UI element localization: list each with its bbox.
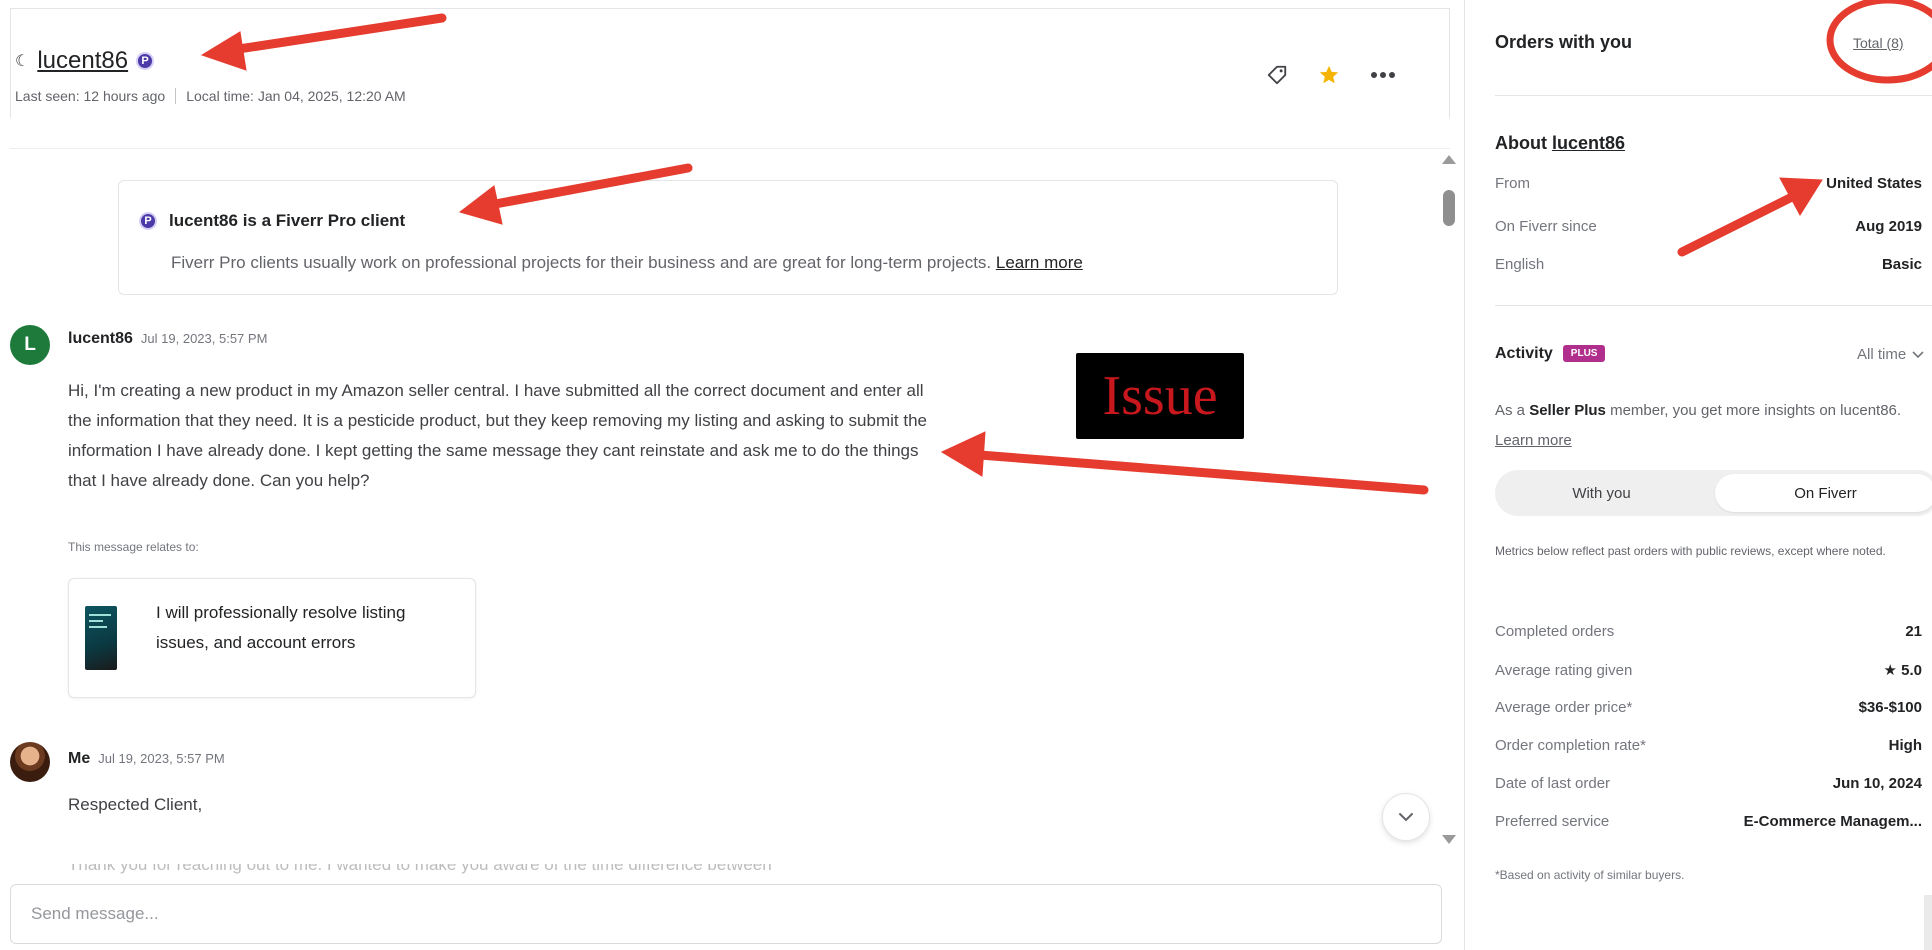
relates-label: This message relates to:	[68, 540, 199, 554]
metrics-footnote: *Based on activity of similar buyers.	[1495, 868, 1685, 882]
pro-notice-title-row: P lucent86 is a Fiverr Pro client	[139, 211, 405, 231]
message-timestamp: Jul 19, 2023, 5:57 PM	[140, 331, 268, 346]
metric-row: Completed orders 21	[1495, 623, 1932, 640]
seller-plus-note: As a Seller Plus member, you get more in…	[1495, 396, 1925, 456]
avatar[interactable]: L	[10, 325, 50, 365]
learn-more-link[interactable]: Learn more	[996, 253, 1083, 272]
metric-row: Preferred service E-Commerce Managem...	[1495, 813, 1932, 830]
about-value: Basic	[1881, 256, 1922, 273]
activity-title: Activity PLUS	[1495, 345, 1606, 363]
about-row: On Fiverr since Aug 2019	[1495, 218, 1932, 235]
user-meta: Last seen: 12 hours ago Local time: Jan …	[15, 88, 406, 104]
metric-label: Average order price*	[1495, 699, 1633, 716]
orders-total-link[interactable]: Total (8)	[1853, 35, 1904, 51]
message-header: Me Jul 19, 2023, 5:57 PM	[68, 750, 225, 768]
seller-plus-label: Seller Plus	[1529, 402, 1606, 419]
plus-note-text: As a	[1495, 402, 1530, 419]
metric-label: Order completion rate*	[1495, 737, 1646, 754]
metric-label: Completed orders	[1495, 623, 1615, 640]
message-greeting: Respected Client,	[68, 795, 203, 814]
pro-badge-icon: P	[139, 212, 157, 230]
plus-badge: PLUS	[1562, 345, 1606, 363]
gig-card[interactable]: I will professionally resolve listing is…	[68, 578, 476, 698]
metric-row: Average rating given ★ 5.0	[1495, 661, 1932, 680]
learn-more-link[interactable]: Learn more	[1495, 432, 1572, 449]
metrics-note: Metrics below reflect past orders with p…	[1495, 544, 1886, 558]
message-timestamp: Jul 19, 2023, 5:57 PM	[98, 751, 225, 766]
about-title: About lucent86	[1495, 133, 1625, 154]
message-header: lucent86 Jul 19, 2023, 5:57 PM	[68, 330, 267, 348]
username-row: ☾ lucent86 P	[15, 47, 155, 75]
gig-title: I will professionally resolve listing is…	[156, 603, 406, 652]
about-label: On Fiverr since	[1495, 218, 1597, 235]
chevron-down-icon	[1912, 350, 1924, 358]
metric-value: ★ 5.0	[1883, 662, 1922, 679]
last-seen: Last seen: 12 hours ago	[15, 88, 166, 104]
username-link[interactable]: lucent86	[37, 47, 128, 75]
about-label: English	[1495, 256, 1545, 273]
orders-title: Orders with you	[1495, 32, 1633, 52]
message-sender[interactable]: lucent86	[68, 330, 133, 348]
scroll-up-arrow-icon[interactable]	[1442, 155, 1456, 164]
divider	[1495, 305, 1932, 306]
pro-notice-description: Fiverr Pro clients usually work on profe…	[171, 253, 1083, 273]
scrollbar-thumb[interactable]	[1443, 190, 1455, 226]
issue-annotation-label: Issue	[1076, 353, 1244, 439]
pro-client-notice: P lucent86 is a Fiverr Pro client Fiverr…	[118, 180, 1338, 295]
tab-with-you[interactable]: With you	[1499, 474, 1704, 512]
metric-value: 21	[1905, 623, 1922, 640]
metric-row: Order completion rate* High	[1495, 737, 1932, 754]
pro-badge-icon: P	[136, 52, 155, 70]
more-options-icon[interactable]	[1370, 71, 1396, 79]
send-message-input[interactable]	[31, 904, 1421, 924]
scrollbar-edge	[1924, 895, 1932, 950]
about-user-link[interactable]: lucent86	[1552, 133, 1625, 153]
metric-value: High	[1888, 737, 1922, 754]
chevron-down-icon	[1399, 813, 1413, 822]
metric-row: Average order price* $36-$100	[1495, 699, 1932, 716]
plus-note-text: member, you get more insights on lucent8…	[1605, 402, 1902, 419]
activity-label: Activity	[1495, 345, 1553, 362]
about-row: From United States	[1495, 175, 1932, 192]
message-composer	[10, 884, 1442, 944]
pro-notice-title: lucent86 is a Fiverr Pro client	[169, 211, 406, 230]
gig-thumbnail	[85, 606, 117, 670]
time-filter-dropdown[interactable]: All time	[1857, 346, 1924, 363]
star-icon[interactable]	[1318, 64, 1340, 86]
scroll-down-arrow-icon[interactable]	[1442, 835, 1456, 844]
jump-to-latest-button[interactable]	[1382, 793, 1430, 841]
metric-value: E-Commerce Managem...	[1743, 813, 1922, 830]
metric-value: Jun 10, 2024	[1832, 775, 1922, 792]
divider	[1495, 95, 1932, 96]
chat-header: ☾ lucent86 P Last seen: 12 hours ago Loc…	[10, 8, 1450, 118]
metric-label: Average rating given	[1495, 661, 1633, 679]
about-row: English Basic	[1495, 256, 1932, 273]
metric-label: Date of last order	[1495, 775, 1611, 792]
header-actions	[1266, 64, 1396, 86]
tag-icon[interactable]	[1266, 64, 1288, 86]
buyer-info-sidebar: Orders with you Total (8) About lucent86…	[1464, 0, 1932, 950]
about-label: From	[1495, 175, 1530, 192]
about-prefix: About	[1495, 133, 1552, 153]
message-body: Hi, I'm creating a new product in my Ama…	[68, 381, 927, 490]
message-preview: Thank you for reaching out to me. I want…	[68, 855, 772, 874]
metric-label: Preferred service	[1495, 813, 1610, 830]
status-moon-icon: ☾	[15, 53, 30, 70]
tab-on-fiverr[interactable]: On Fiverr	[1715, 474, 1932, 512]
avatar[interactable]	[10, 742, 50, 782]
pro-notice-text: Fiverr Pro clients usually work on profe…	[171, 253, 992, 272]
message-sender[interactable]: Me	[68, 750, 90, 768]
activity-scope-toggle: With you On Fiverr	[1495, 470, 1932, 516]
meta-divider	[175, 88, 177, 104]
metric-value: $36-$100	[1858, 699, 1922, 716]
about-value: Aug 2019	[1855, 218, 1922, 235]
local-time: Local time: Jan 04, 2025, 12:20 AM	[186, 88, 406, 104]
about-value: United States	[1826, 175, 1922, 192]
metric-row: Date of last order Jun 10, 2024	[1495, 775, 1932, 792]
chat-panel: ☾ lucent86 P Last seen: 12 hours ago Loc…	[0, 0, 1456, 950]
time-filter-value: All time	[1857, 346, 1907, 363]
